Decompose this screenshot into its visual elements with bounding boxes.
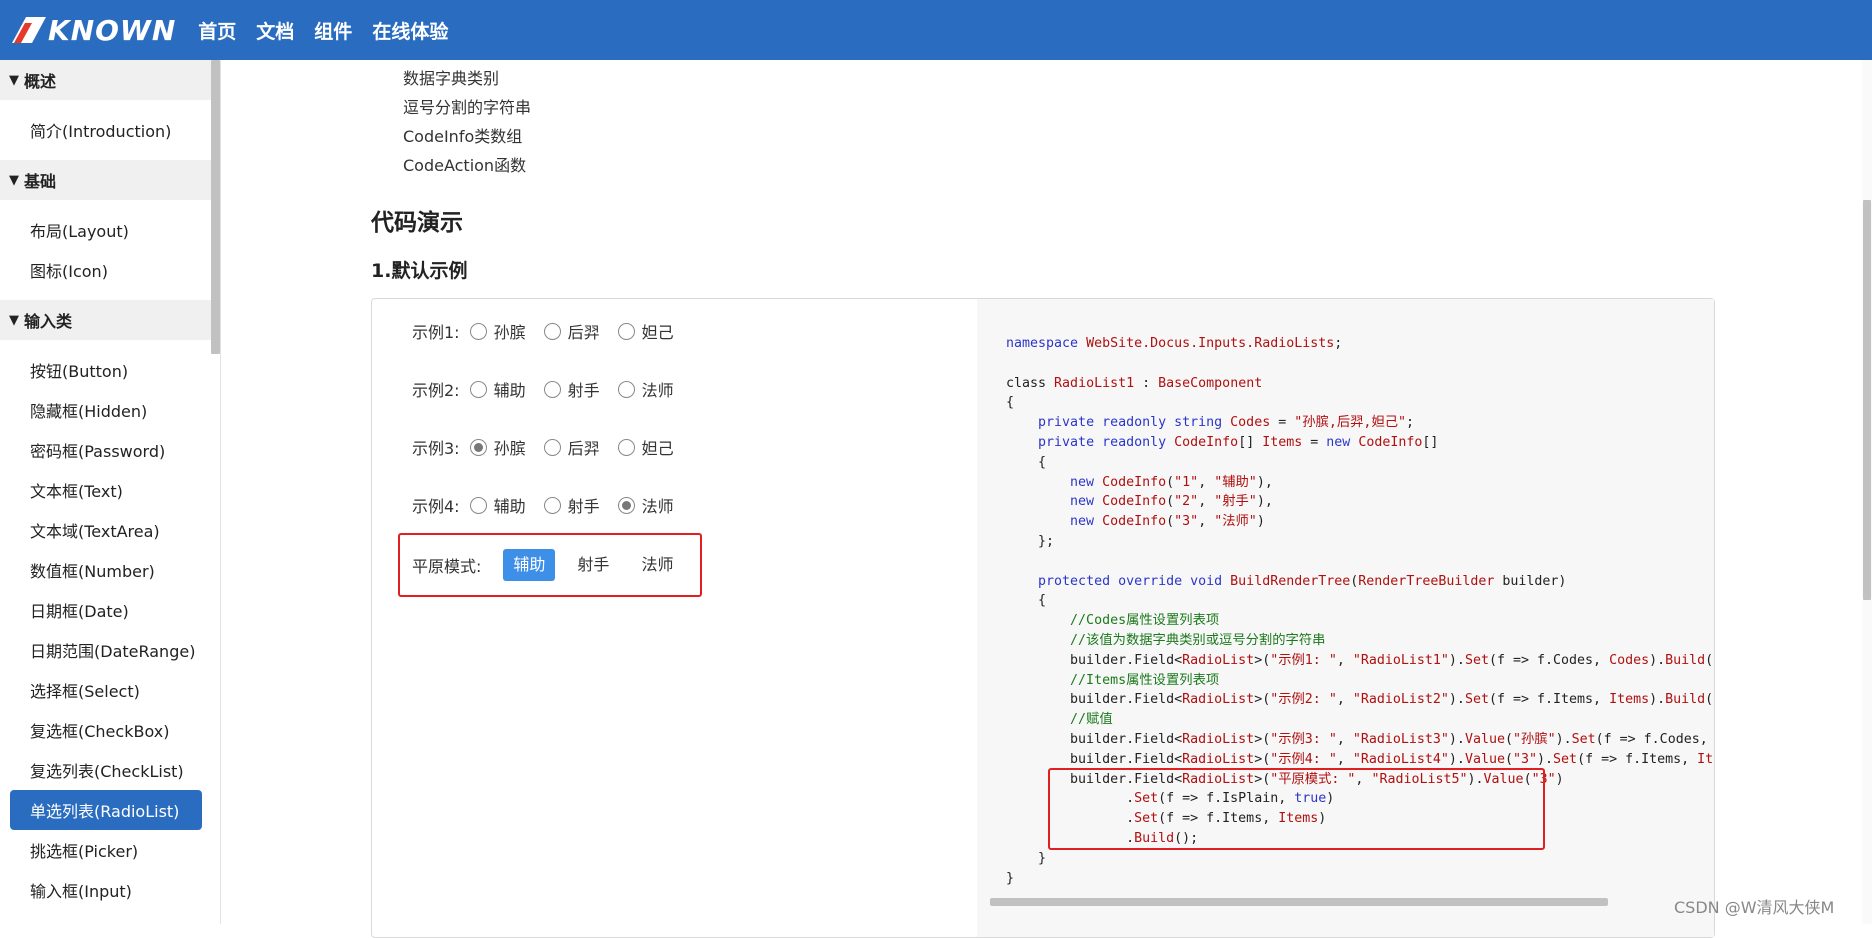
sidebar-item-date[interactable]: 日期框(Date)	[0, 590, 211, 630]
radio-option-label: 后羿	[567, 323, 600, 342]
codes-option-list: 数据字典类别 逗号分割的字符串 CodeInfo类数组 CodeAction函数	[403, 64, 531, 180]
radio-option[interactable]: 妲己	[617, 435, 674, 459]
radio-row-label: 示例3:	[412, 439, 460, 458]
sidebar-item-icon[interactable]: 图标(Icon)	[0, 250, 211, 290]
radio-option-label: 妲己	[641, 439, 674, 458]
code-highlight-box	[1048, 768, 1545, 850]
nav-docs[interactable]: 文档	[256, 17, 294, 44]
sidebar-item-checklist[interactable]: 复选列表(CheckList)	[0, 750, 211, 790]
radio-row-label: 示例1:	[412, 323, 460, 342]
watermark: CSDN @W清风大侠M	[1674, 898, 1835, 917]
radio-option[interactable]: 法师	[617, 493, 674, 517]
sidebar: ▼ 概述 简介(Introduction) ▼ 基础 布局(Layout) 图标…	[0, 60, 221, 924]
sidebar-item-picker[interactable]: 挑选框(Picker)	[0, 830, 211, 870]
radio-circle	[543, 438, 561, 456]
radio-option[interactable]: 辅助	[469, 377, 526, 401]
sidebar-group-label: 概述	[24, 72, 57, 91]
demo-preview: 示例1: 孙膑 后羿 妲己 示例2: 辅助 射手 法师 示例3: 孙膑 后羿 妲…	[372, 299, 977, 937]
nav-home[interactable]: 首页	[198, 17, 236, 44]
triangle-down-icon: ▼	[9, 312, 19, 328]
radio-option-label: 孙膑	[493, 323, 526, 342]
sidebar-item-radiolist[interactable]: 单选列表(RadioList)	[10, 790, 202, 830]
demo-title: 1.默认示例	[371, 260, 468, 282]
section-title: 代码演示	[371, 210, 463, 236]
radio-row-1: 示例1: 孙膑 后羿 妲己	[412, 319, 692, 343]
radio-option[interactable]: 孙膑	[469, 435, 526, 459]
sidebar-item-text[interactable]: 文本框(Text)	[0, 470, 211, 510]
radio-row-3: 示例3: 孙膑 后羿 妲己	[412, 435, 692, 459]
radio-option[interactable]: 射手	[543, 377, 600, 401]
list-item: 数据字典类别	[403, 69, 500, 88]
plain-option-selected[interactable]: 辅助	[503, 549, 556, 581]
sidebar-group-input[interactable]: ▼ 输入类	[0, 300, 211, 340]
radio-circle	[543, 322, 561, 340]
radio-circle-checked	[617, 496, 635, 514]
sidebar-group-label: 输入类	[24, 312, 73, 331]
main-nav: 首页 文档 组件 在线体验	[198, 17, 468, 44]
sidebar-item-hidden[interactable]: 隐藏框(Hidden)	[0, 390, 211, 430]
top-bar: KNOWN 首页 文档 组件 在线体验	[0, 0, 1872, 60]
sidebar-item-checkbox[interactable]: 复选框(CheckBox)	[0, 710, 211, 750]
sidebar-item-input[interactable]: 输入框(Input)	[0, 870, 211, 910]
sidebar-item-select[interactable]: 选择框(Select)	[0, 670, 211, 710]
sidebar-group-overview[interactable]: ▼ 概述	[0, 60, 211, 100]
radio-circle	[543, 380, 561, 398]
page-scrollbar[interactable]	[1863, 200, 1871, 600]
logo-text: KNOWN	[48, 13, 177, 47]
radio-circle	[617, 438, 635, 456]
radio-circle	[543, 496, 561, 514]
sidebar-item-layout[interactable]: 布局(Layout)	[0, 210, 211, 250]
radio-option-label: 辅助	[493, 497, 526, 516]
radio-option[interactable]: 辅助	[469, 493, 526, 517]
sidebar-group-label: 基础	[24, 172, 57, 191]
code-horizontal-scrollbar[interactable]	[990, 898, 1608, 906]
plain-mode-row: 平原模式: 辅助 射手 法师	[412, 549, 695, 581]
radio-row-4: 示例4: 辅助 射手 法师	[412, 493, 692, 517]
radio-circle	[617, 380, 635, 398]
radio-circle	[469, 496, 487, 514]
logo[interactable]: KNOWN	[12, 14, 176, 47]
radio-option-label: 射手	[567, 497, 600, 516]
radio-circle	[617, 322, 635, 340]
radio-row-2: 示例2: 辅助 射手 法师	[412, 377, 692, 401]
plain-option[interactable]: 法师	[631, 549, 683, 581]
sidebar-scrollbar[interactable]	[211, 60, 220, 354]
radio-option[interactable]: 妲己	[617, 319, 674, 343]
radio-circle	[469, 322, 487, 340]
sidebar-group-basic[interactable]: ▼ 基础	[0, 160, 211, 200]
radio-option-label: 后羿	[567, 439, 600, 458]
radio-option-label: 孙膑	[493, 439, 526, 458]
nav-online-demo[interactable]: 在线体验	[372, 17, 448, 44]
radio-option-label: 射手	[567, 381, 600, 400]
radio-option[interactable]: 法师	[617, 377, 674, 401]
list-item: CodeAction函数	[403, 156, 527, 175]
radio-circle-checked	[469, 438, 487, 456]
radio-option-label: 法师	[641, 497, 674, 516]
radio-option-label: 妲己	[641, 323, 674, 342]
radio-option-label: 辅助	[493, 381, 526, 400]
radio-row-label: 平原模式:	[412, 557, 482, 576]
sidebar-item-password[interactable]: 密码框(Password)	[0, 430, 211, 470]
list-item: 逗号分割的字符串	[403, 98, 532, 117]
radio-option[interactable]: 孙膑	[469, 319, 526, 343]
radio-row-label: 示例2:	[412, 381, 460, 400]
logo-mark-icon	[12, 17, 46, 43]
radio-circle	[469, 380, 487, 398]
sidebar-item-introduction[interactable]: 简介(Introduction)	[0, 110, 211, 150]
triangle-down-icon: ▼	[9, 72, 19, 88]
nav-components[interactable]: 组件	[314, 17, 352, 44]
radio-option[interactable]: 后羿	[543, 319, 600, 343]
list-item: CodeInfo类数组	[403, 127, 523, 146]
radio-option[interactable]: 射手	[543, 493, 600, 517]
plain-option[interactable]: 射手	[567, 549, 619, 581]
sidebar-item-number[interactable]: 数值框(Number)	[0, 550, 211, 590]
sidebar-item-button[interactable]: 按钮(Button)	[0, 350, 211, 390]
radio-row-label: 示例4:	[412, 497, 460, 516]
radio-option[interactable]: 后羿	[543, 435, 600, 459]
sidebar-item-textarea[interactable]: 文本域(TextArea)	[0, 510, 211, 550]
radio-option-label: 法师	[641, 381, 674, 400]
sidebar-item-daterange[interactable]: 日期范围(DateRange)	[0, 630, 211, 670]
triangle-down-icon: ▼	[9, 172, 19, 188]
